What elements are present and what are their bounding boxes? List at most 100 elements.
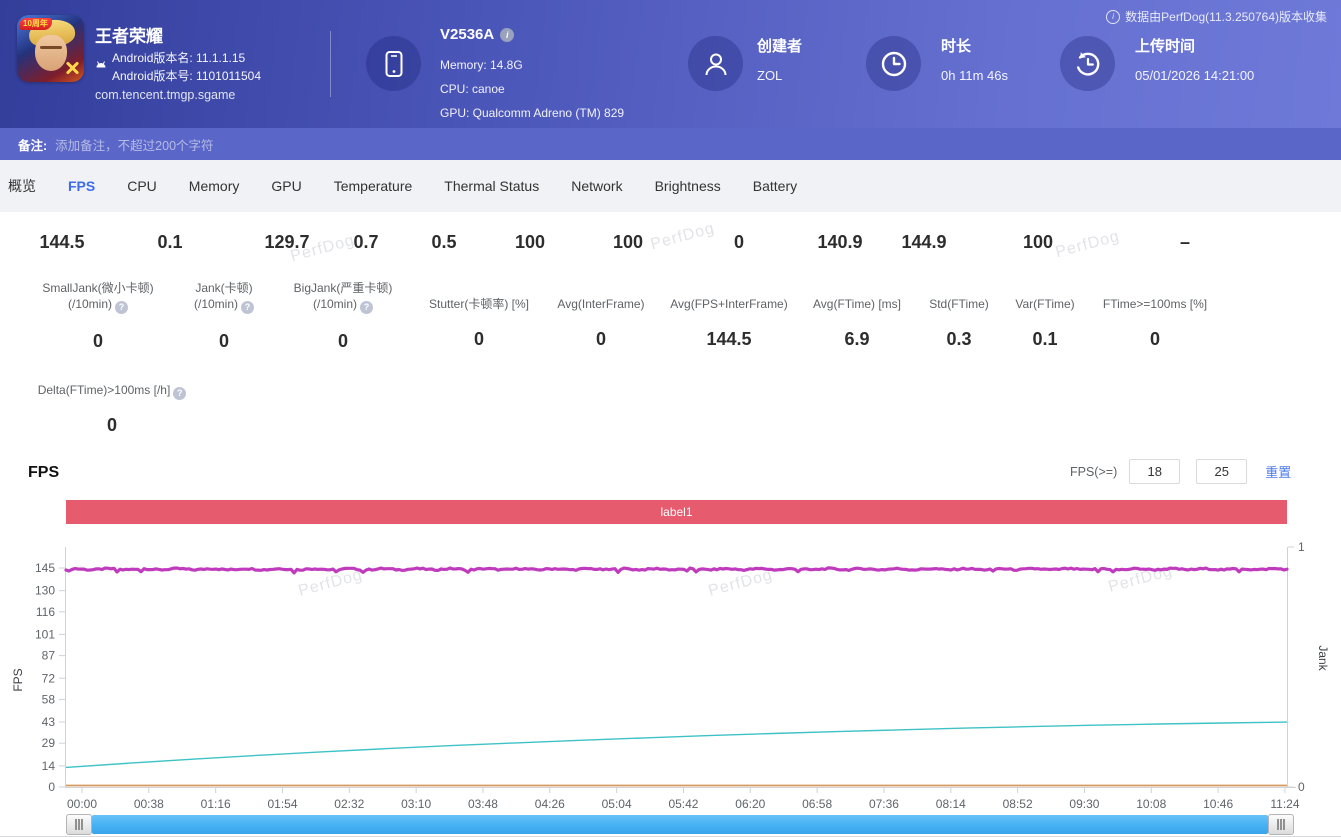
remark-input[interactable]: 添加备注，不超过200个字符 bbox=[55, 135, 213, 154]
grip-icon bbox=[75, 819, 83, 830]
svg-text:14: 14 bbox=[42, 759, 56, 773]
fps-threshold-filter: FPS(>=) 重置 bbox=[1070, 459, 1291, 484]
stat-value: 129.7 bbox=[264, 232, 309, 253]
svg-text:11:24: 11:24 bbox=[1270, 797, 1299, 811]
svg-text:06:58: 06:58 bbox=[802, 797, 832, 811]
scrollbar-left-handle[interactable] bbox=[66, 814, 92, 835]
svg-text:PerfDog: PerfDog bbox=[1107, 562, 1175, 595]
tab-battery[interactable]: Battery bbox=[753, 178, 797, 194]
chart-label-banner: label1 bbox=[66, 500, 1287, 524]
remark-label: 备注: bbox=[18, 135, 47, 154]
svg-text:03:10: 03:10 bbox=[401, 797, 431, 811]
fps-reset-link[interactable]: 重置 bbox=[1265, 462, 1291, 481]
svg-text:09:30: 09:30 bbox=[1069, 797, 1099, 811]
scrollbar-track[interactable] bbox=[92, 815, 1268, 834]
svg-text:10:08: 10:08 bbox=[1136, 797, 1166, 811]
tab-temperature[interactable]: Temperature bbox=[334, 178, 413, 194]
fps-threshold-input-1[interactable] bbox=[1129, 459, 1180, 484]
stat-cell: Delta(FTime)>100ms [/h]? 0 bbox=[7, 382, 217, 436]
fps-line-chart: 01429435872871011161301451000:0000:3801:… bbox=[0, 530, 1341, 812]
help-icon[interactable]: ? bbox=[173, 387, 186, 400]
perfdog-version-note: i 数据由PerfDog(11.3.250764)版本收集 bbox=[1106, 8, 1327, 25]
svg-text:145: 145 bbox=[35, 561, 55, 575]
banner-label: label1 bbox=[660, 505, 692, 519]
svg-text:07:36: 07:36 bbox=[869, 797, 899, 811]
stat-value: 0 bbox=[734, 232, 744, 253]
fps-stats-panel: 144.50.1129.70.70.51001000140.9144.9100–… bbox=[0, 212, 1341, 460]
game-title: 王者荣耀 bbox=[95, 22, 163, 47]
tab-memory[interactable]: Memory bbox=[189, 178, 240, 194]
report-header: 10周年 王者荣耀 Android版本名: 11.1.1.15 Android版… bbox=[0, 0, 1341, 128]
creator-icon bbox=[688, 36, 743, 91]
device-gpu: GPU: Qualcomm Adreno (TM) 829 bbox=[440, 106, 624, 120]
stat-cell: FTime>=100ms [%] 0 bbox=[1050, 280, 1260, 350]
tab-cpu[interactable]: CPU bbox=[127, 178, 157, 194]
tab-network[interactable]: Network bbox=[571, 178, 622, 194]
tab-fps[interactable]: FPS bbox=[68, 178, 95, 194]
svg-text:43: 43 bbox=[42, 715, 56, 729]
game-app-icon: 10周年 bbox=[17, 15, 84, 82]
chart-title: FPS bbox=[28, 464, 59, 482]
header-divider bbox=[330, 31, 331, 97]
svg-text:05:04: 05:04 bbox=[602, 797, 632, 811]
stat-value: 0.5 bbox=[431, 232, 456, 253]
metric-tabs: 概览 FPS CPU Memory GPU Temperature Thermal Stat… bbox=[0, 160, 1341, 212]
stat-value: 100 bbox=[613, 232, 643, 253]
svg-text:PerfDog: PerfDog bbox=[707, 566, 775, 599]
creator-value: ZOL bbox=[757, 68, 782, 83]
grip-icon bbox=[1277, 819, 1285, 830]
svg-text:08:52: 08:52 bbox=[1003, 797, 1033, 811]
svg-text:0: 0 bbox=[48, 780, 55, 794]
android-version-code: Android版本号: 1101011504 bbox=[112, 67, 261, 85]
svg-text:10:46: 10:46 bbox=[1203, 797, 1233, 811]
svg-text:02:32: 02:32 bbox=[334, 797, 364, 811]
tab-gpu[interactable]: GPU bbox=[271, 178, 301, 194]
svg-text:101: 101 bbox=[35, 627, 55, 641]
device-model: V2536A bbox=[440, 26, 494, 43]
stat-value: 144.5 bbox=[39, 232, 84, 253]
tab-brightness[interactable]: Brightness bbox=[655, 178, 721, 194]
stat-value: 100 bbox=[1023, 232, 1053, 253]
svg-text:04:26: 04:26 bbox=[535, 797, 565, 811]
device-model-row: V2536A i bbox=[440, 26, 514, 43]
chart-scrollbar[interactable] bbox=[0, 814, 1341, 836]
info-icon[interactable]: i bbox=[500, 28, 514, 42]
stat-value: 140.9 bbox=[817, 232, 862, 253]
android-version-name: Android版本名: 11.1.1.15 bbox=[112, 49, 261, 67]
fps-chart-section: FPS FPS(>=) 重置 label1 014294358728710111… bbox=[0, 450, 1341, 837]
svg-text:58: 58 bbox=[42, 692, 56, 706]
tab-概览[interactable]: 概览 bbox=[8, 176, 36, 196]
stat-label: FTime>=100ms [%] bbox=[1050, 280, 1260, 312]
duration-label: 时长 bbox=[941, 35, 971, 56]
svg-text:05:42: 05:42 bbox=[668, 797, 698, 811]
creator-label: 创建者 bbox=[757, 35, 802, 56]
stat-value: 0 bbox=[7, 415, 217, 436]
duration-icon bbox=[866, 36, 921, 91]
svg-text:87: 87 bbox=[42, 649, 56, 663]
svg-text:130: 130 bbox=[35, 584, 55, 598]
stat-label: Delta(FTime)>100ms [/h]? bbox=[7, 382, 217, 400]
svg-text:1: 1 bbox=[1298, 540, 1305, 554]
remark-bar: 备注: 添加备注，不超过200个字符 bbox=[0, 128, 1341, 160]
stat-value: 0.1 bbox=[157, 232, 182, 253]
stat-value: 100 bbox=[515, 232, 545, 253]
upload-time-icon bbox=[1060, 36, 1115, 91]
fps-threshold-input-2[interactable] bbox=[1196, 459, 1247, 484]
duration-value: 0h 11m 46s bbox=[941, 68, 1008, 83]
svg-text:01:16: 01:16 bbox=[201, 797, 231, 811]
svg-text:01:54: 01:54 bbox=[267, 797, 297, 811]
tab-thermal-status[interactable]: Thermal Status bbox=[444, 178, 539, 194]
svg-text:03:48: 03:48 bbox=[468, 797, 498, 811]
svg-text:PerfDog: PerfDog bbox=[297, 566, 365, 599]
svg-text:29: 29 bbox=[42, 736, 56, 750]
svg-text:Jank: Jank bbox=[1316, 645, 1330, 671]
stats-row-1: 144.50.1129.70.70.51001000140.9144.9100– bbox=[0, 232, 1341, 256]
scrollbar-right-handle[interactable] bbox=[1268, 814, 1294, 835]
help-icon[interactable]: ? bbox=[360, 301, 373, 314]
stat-value: 0 bbox=[1050, 329, 1260, 350]
android-icon bbox=[94, 58, 108, 70]
svg-text:FPS: FPS bbox=[11, 668, 25, 691]
fps-threshold-label: FPS(>=) bbox=[1070, 465, 1117, 479]
svg-text:116: 116 bbox=[36, 605, 55, 619]
svg-text:00:38: 00:38 bbox=[134, 797, 164, 811]
